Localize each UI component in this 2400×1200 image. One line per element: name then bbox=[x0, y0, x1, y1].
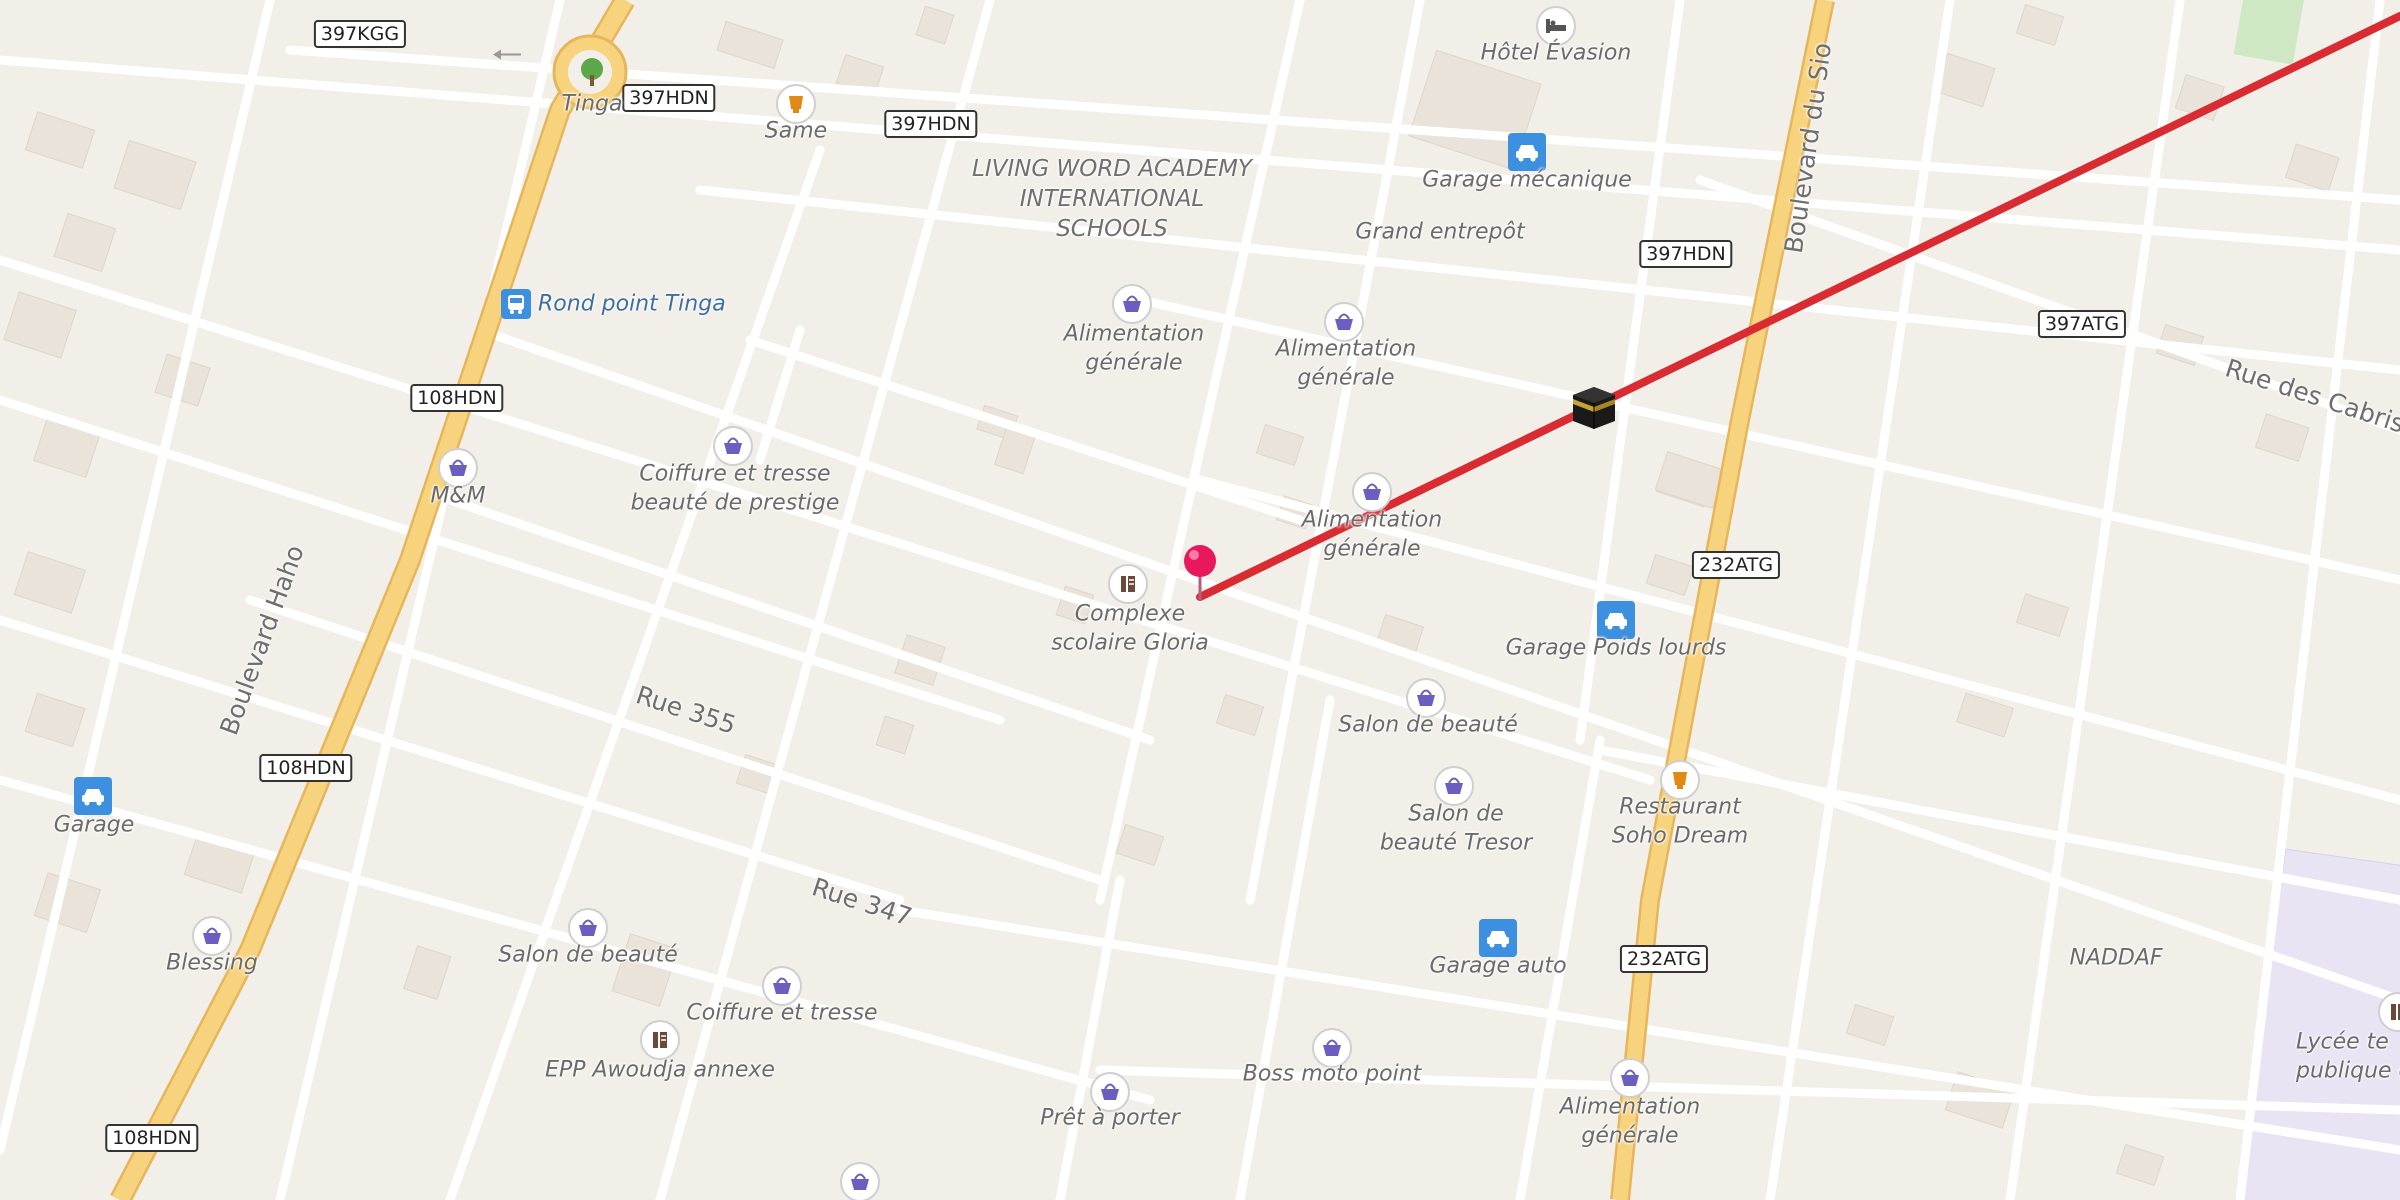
car-garage-icon[interactable] bbox=[1508, 133, 1546, 171]
location-pin-icon[interactable] bbox=[1180, 543, 1220, 607]
place-label: Salon de beauté Tresor bbox=[1379, 801, 1533, 855]
place-label: Prêt à porter bbox=[1040, 1105, 1180, 1131]
place-label: Restaurant Soho Dream bbox=[1611, 794, 1749, 848]
place-label: LIVING WORD ACADEMY INTERNATIONAL SCHOOL… bbox=[972, 156, 1252, 242]
place-label: Garage auto bbox=[1429, 953, 1567, 979]
car-garage-icon[interactable] bbox=[74, 777, 112, 815]
place-label: M&M bbox=[430, 483, 486, 509]
place-label: Salon de beauté bbox=[498, 942, 678, 968]
road-badge: 232ATG bbox=[1691, 551, 1781, 579]
place-label: EPP Awoudja annexe bbox=[545, 1057, 775, 1083]
school-icon[interactable] bbox=[1108, 564, 1148, 604]
place-label: Tinga bbox=[561, 91, 623, 117]
place-label: Grand entrepôt bbox=[1355, 219, 1525, 245]
road-badge: 108HDN bbox=[259, 754, 353, 782]
place-label: Same bbox=[764, 118, 828, 144]
place-label: Alimentation générale bbox=[1301, 507, 1443, 561]
road-badge: 232ATG bbox=[1619, 945, 1709, 973]
place-label: Alimentation générale bbox=[1063, 321, 1205, 375]
road-badge: 108HDN bbox=[410, 384, 504, 412]
place-label: Salon de beauté bbox=[1338, 712, 1518, 738]
place-label: Alimentation générale bbox=[1275, 336, 1417, 390]
place-label: Garage bbox=[53, 812, 135, 838]
car-garage-icon[interactable] bbox=[1597, 601, 1635, 639]
place-label: Garage Poids lourds bbox=[1505, 635, 1727, 661]
shop-basket-icon[interactable] bbox=[840, 1162, 880, 1200]
school-icon[interactable] bbox=[640, 1020, 680, 1060]
place-label: Blessing bbox=[166, 950, 258, 976]
place-label: NADDAF bbox=[2069, 945, 2163, 971]
road-badge: 397ATG bbox=[2037, 310, 2127, 338]
one-way-arrow-icon bbox=[493, 46, 523, 65]
place-label: Boss moto point bbox=[1242, 1061, 1422, 1087]
car-garage-icon[interactable] bbox=[1479, 919, 1517, 957]
road-badge: 397HDN bbox=[1639, 240, 1733, 268]
bus-stop-icon[interactable] bbox=[501, 289, 531, 319]
road-badge: 397KGG bbox=[313, 20, 407, 48]
road-badge: 397HDN bbox=[622, 84, 716, 112]
shop-basket-icon[interactable] bbox=[1610, 1058, 1650, 1098]
place-label: Coiffure et tresse beauté de prestige bbox=[630, 461, 840, 515]
place-label: Coiffure et tresse bbox=[686, 1000, 878, 1026]
place-label: Rond point Tinga bbox=[538, 291, 726, 317]
place-label: Garage mécanique bbox=[1422, 167, 1632, 193]
place-label: Alimentation générale bbox=[1559, 1094, 1701, 1148]
shop-basket-icon[interactable] bbox=[1112, 284, 1152, 324]
tree-icon[interactable] bbox=[575, 55, 609, 93]
kaaba-destination-icon[interactable] bbox=[1565, 377, 1623, 439]
map-canvas[interactable]: 397KGG 397HDN 397HDN 397HDN 397ATG 108HD… bbox=[0, 0, 2400, 1200]
place-label: Complexe scolaire Gloria bbox=[1051, 601, 1209, 655]
place-label: Lycée te publique d bbox=[2296, 1029, 2400, 1083]
road-badge: 108HDN bbox=[105, 1124, 199, 1152]
road-badge: 397HDN bbox=[884, 110, 978, 138]
place-label: Hôtel Évasion bbox=[1480, 40, 1632, 66]
park-area bbox=[2233, 0, 2307, 65]
